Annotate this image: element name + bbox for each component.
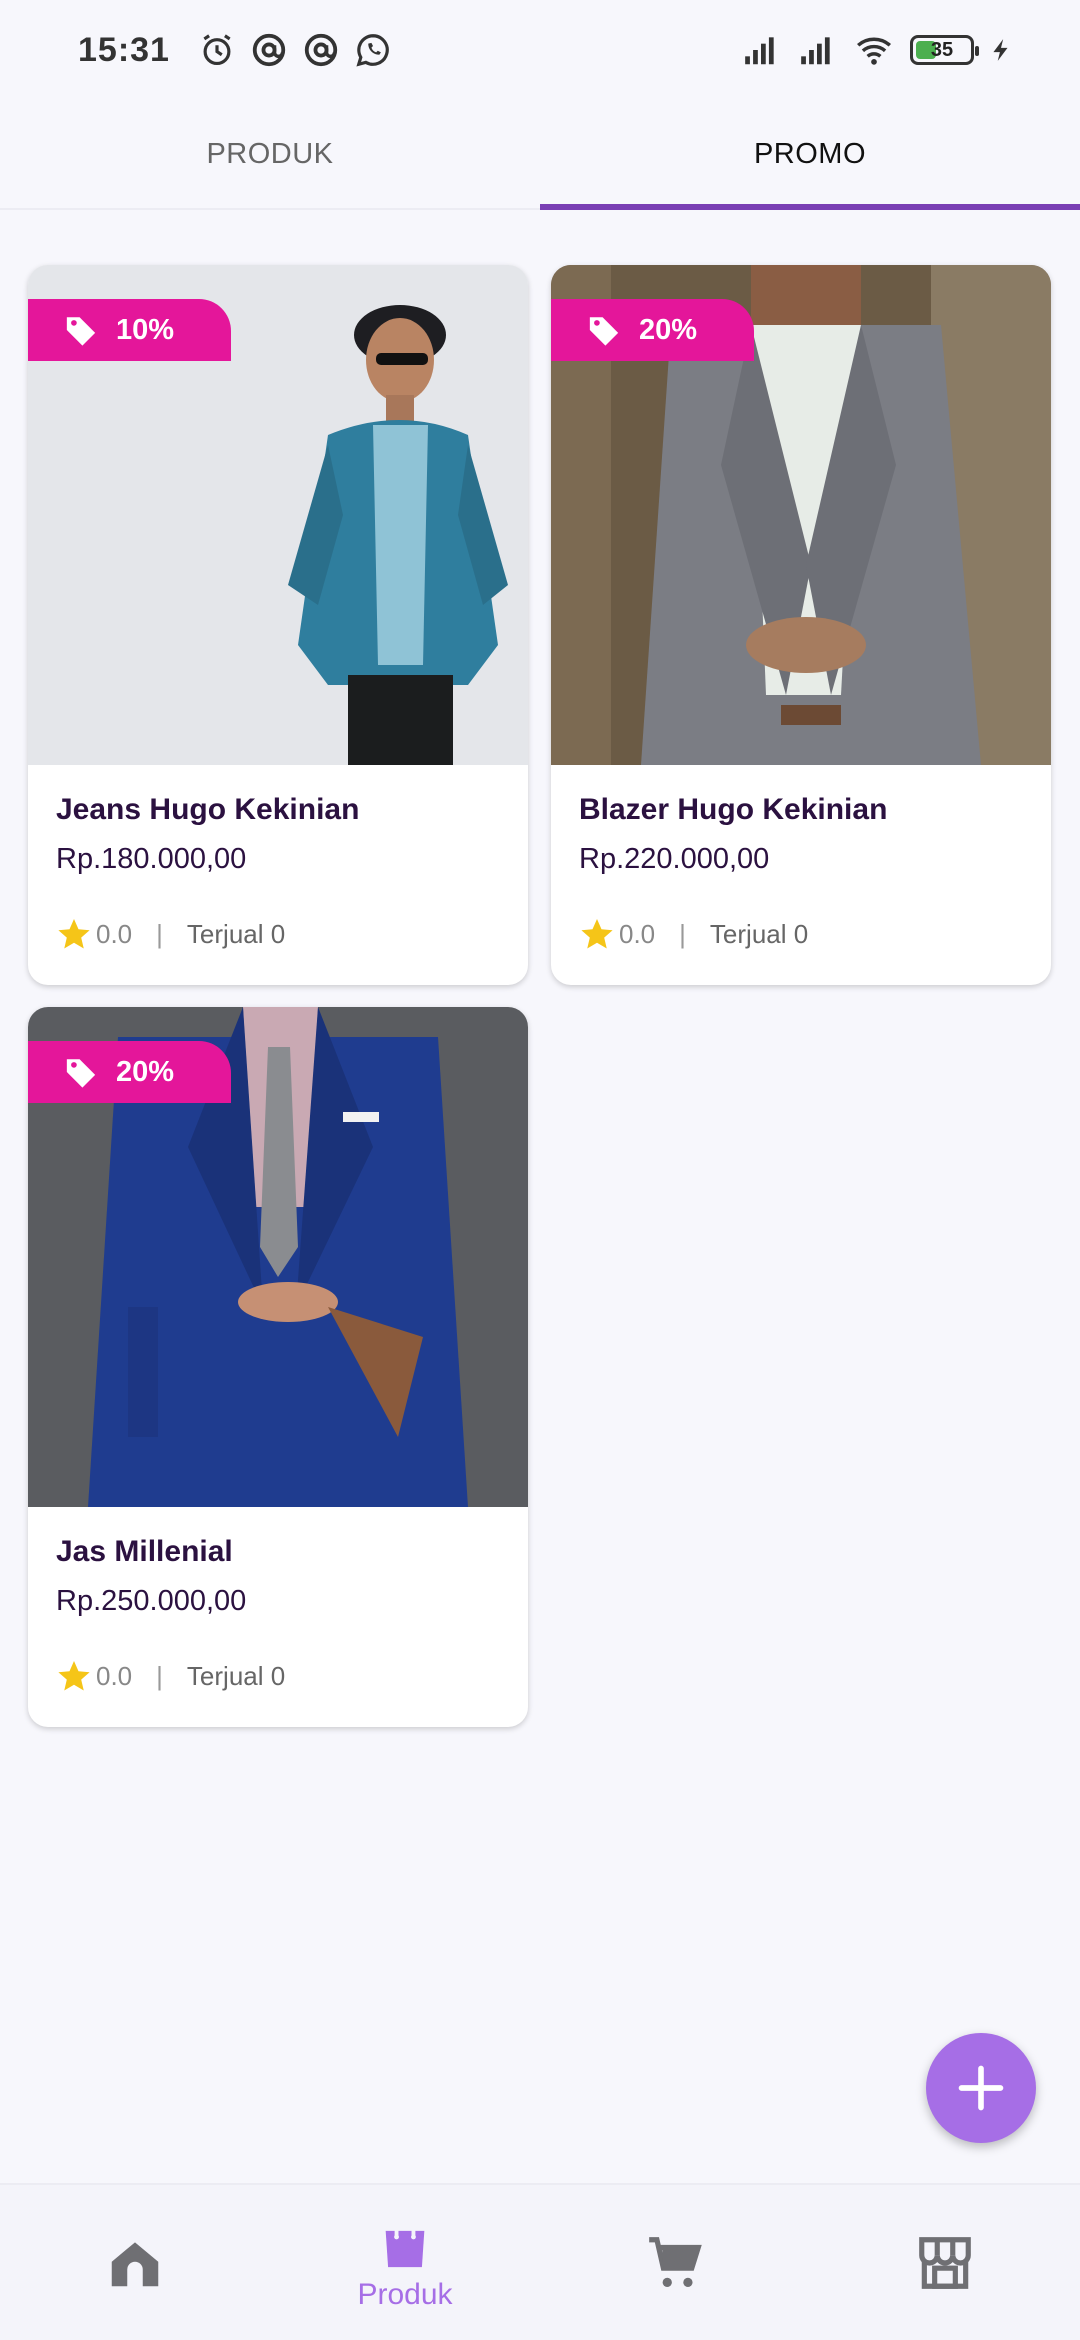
product-name: Jeans Hugo Kekinian — [56, 793, 360, 826]
product-rating: 0.0 — [96, 1660, 133, 1691]
charging-icon — [993, 39, 1008, 61]
star-icon — [58, 1661, 90, 1691]
product-sold: Terjual 0 — [709, 918, 809, 949]
battery-level: 35 — [930, 38, 954, 61]
nav-item-produk[interactable]: Produk — [270, 2185, 540, 2340]
nav-item-home[interactable] — [0, 2185, 270, 2340]
product-name: Jas Millenial — [56, 1535, 233, 1568]
tag-icon — [66, 1059, 96, 1088]
star-icon — [581, 919, 613, 949]
product-rating: 0.0 — [96, 918, 133, 949]
plus-icon — [958, 2065, 1004, 2111]
product-meta: 0.0 | Terjual 0 — [579, 916, 1023, 952]
product-price: Rp.220.000,00 — [579, 843, 770, 875]
cart-icon — [649, 2236, 702, 2287]
wifi-icon — [857, 37, 891, 65]
add-product-button[interactable] — [926, 2033, 1036, 2143]
screen: 15:31 35 PRODUK PROMO 10% Jeans Hugo Kek… — [0, 0, 1080, 2340]
status-left: 15:31 — [78, 31, 392, 70]
signal-icon — [801, 37, 830, 65]
product-image: 20% — [551, 265, 1051, 765]
meta-separator: | — [156, 1660, 163, 1691]
product-image: 20% — [28, 1007, 528, 1507]
product-card[interactable]: 10% Jeans Hugo Kekinian Rp.180.000,00 0.… — [28, 265, 528, 985]
at-sign-icon — [252, 33, 286, 67]
discount-value: 20% — [639, 313, 698, 346]
product-rating: 0.0 — [619, 918, 656, 949]
whatsapp-icon — [356, 34, 389, 67]
card-body: Blazer Hugo Kekinian Rp.220.000,00 0.0 |… — [551, 765, 1051, 976]
tag-icon — [589, 317, 619, 346]
meta-separator: | — [156, 918, 163, 949]
product-price: Rp.250.000,00 — [56, 1585, 247, 1617]
discount-badge: 20% — [28, 1041, 231, 1103]
tag-icon — [66, 317, 96, 346]
product-meta: 0.0 | Terjual 0 — [56, 1658, 500, 1694]
status-right: 35 — [740, 31, 1014, 69]
product-price: Rp.180.000,00 — [56, 843, 247, 875]
discount-badge: 10% — [28, 299, 231, 361]
discount-badge: 20% — [551, 299, 754, 361]
product-sold: Terjual 0 — [186, 918, 286, 949]
signal-icon — [745, 37, 774, 65]
discount-value: 20% — [116, 1055, 175, 1088]
at-sign-icon — [304, 33, 338, 67]
status-time: 15:31 — [78, 30, 170, 69]
product-sold: Terjual 0 — [186, 1660, 286, 1691]
status-bar: 15:31 35 — [0, 0, 1080, 100]
shopping-bag-icon — [385, 2217, 425, 2267]
home-icon — [111, 2241, 159, 2286]
product-card[interactable]: 20% Blazer Hugo Kekinian Rp.220.000,00 0… — [551, 265, 1051, 985]
bottom-nav: Produk — [0, 2183, 1080, 2340]
discount-value: 10% — [116, 313, 175, 346]
meta-separator: | — [679, 918, 686, 949]
store-icon — [919, 2236, 971, 2289]
nav-item-store[interactable] — [810, 2185, 1080, 2340]
product-meta: 0.0 | Terjual 0 — [56, 916, 500, 952]
alarm-icon — [203, 34, 231, 66]
tab-bar: PRODUK PROMO — [0, 100, 1080, 210]
tab-promo[interactable]: PROMO — [540, 100, 1080, 210]
nav-label-produk: Produk — [357, 2277, 453, 2311]
star-icon — [58, 919, 90, 949]
battery-icon: 35 — [910, 35, 979, 65]
product-grid: 10% Jeans Hugo Kekinian Rp.180.000,00 0.… — [28, 265, 1052, 1727]
product-image: 10% — [28, 265, 528, 765]
product-card[interactable]: 20% Jas Millenial Rp.250.000,00 0.0 | Te… — [28, 1007, 528, 1727]
tab-produk[interactable]: PRODUK — [0, 100, 540, 208]
product-name: Blazer Hugo Kekinian — [579, 793, 888, 826]
nav-item-cart[interactable] — [540, 2185, 810, 2340]
card-body: Jas Millenial Rp.250.000,00 0.0 | Terjua… — [28, 1507, 528, 1718]
card-body: Jeans Hugo Kekinian Rp.180.000,00 0.0 | … — [28, 765, 528, 976]
